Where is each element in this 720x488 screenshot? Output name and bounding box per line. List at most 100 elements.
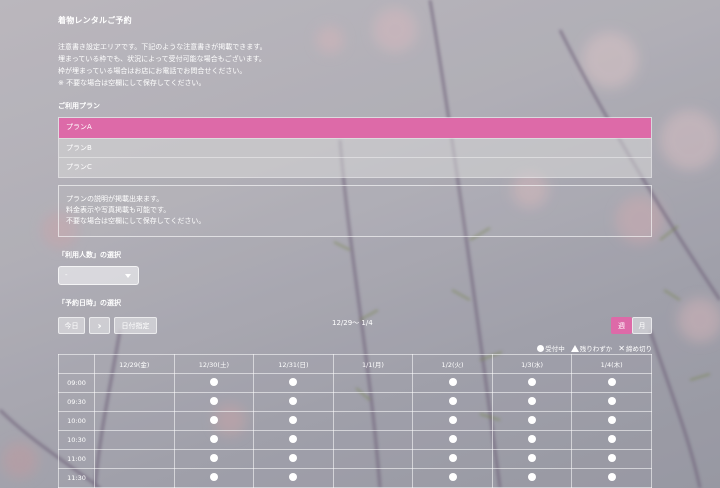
calendar-slot[interactable] [412, 449, 493, 469]
calendar-row: 11:30 [58, 468, 652, 488]
time-slot-label: 09:00 [58, 373, 95, 393]
triangle-icon [570, 345, 579, 352]
plan-list: プランA プランB プランC [58, 117, 652, 178]
calendar-slot[interactable] [412, 373, 493, 393]
available-circle-icon[interactable] [528, 378, 537, 386]
calendar-row: 10:30 [58, 430, 652, 450]
people-section-label: 「利用人数」の選択 [58, 251, 121, 259]
calendar-slot [94, 392, 175, 412]
calendar-slot [94, 468, 175, 488]
month-view-button[interactable]: 月 [632, 317, 652, 334]
available-circle-icon[interactable] [607, 473, 616, 481]
available-circle-icon[interactable] [209, 473, 218, 481]
available-circle-icon[interactable] [528, 435, 537, 443]
calendar-slot[interactable] [491, 373, 573, 393]
available-circle-icon[interactable] [607, 416, 616, 424]
available-circle-icon[interactable] [209, 378, 218, 386]
chevron-down-icon [125, 274, 131, 278]
available-circle-icon[interactable] [209, 416, 218, 424]
available-circle-icon[interactable] [209, 435, 218, 443]
plan-section-label: ご利用プラン [58, 102, 100, 110]
available-circle-icon[interactable] [289, 378, 298, 386]
calendar-day-header: 1/1(月) [332, 354, 414, 374]
calendar-slot[interactable] [173, 449, 255, 469]
today-button[interactable]: 今日 [58, 317, 85, 334]
time-slot-label: 10:00 [58, 411, 95, 431]
calendar-slot[interactable] [412, 430, 493, 450]
available-circle-icon[interactable] [607, 435, 616, 443]
calendar-slot[interactable] [571, 411, 652, 431]
plan-option-c[interactable]: プランC [59, 157, 651, 177]
available-circle-icon[interactable] [607, 397, 616, 405]
available-circle-icon[interactable] [528, 454, 537, 462]
available-circle-icon[interactable] [448, 416, 457, 424]
calendar-slot [332, 392, 414, 412]
calendar-slot [94, 449, 175, 469]
calendar-slot[interactable] [571, 468, 652, 488]
calendar-slot[interactable] [173, 392, 255, 412]
calendar-slot[interactable] [173, 411, 255, 431]
date-range-label: 12/29〜 1/4 [332, 319, 373, 327]
time-slot-label: 11:00 [58, 449, 95, 469]
available-circle-icon[interactable] [289, 435, 298, 443]
page-title: 着物レンタルご予約 [58, 16, 132, 25]
availability-calendar: 12/29(金) 12/30(土) 12/31(日) 1/1(月) 1/2(火)… [58, 354, 652, 488]
calendar-slot [332, 373, 414, 393]
calendar-slot[interactable] [173, 430, 255, 450]
calendar-slot[interactable] [491, 449, 573, 469]
people-select[interactable]: - [58, 266, 139, 285]
calendar-slot [332, 430, 414, 450]
description-line: 料金表示や写真掲載も可能です。 [66, 206, 171, 214]
plan-option-b[interactable]: プランB [59, 137, 651, 158]
available-circle-icon[interactable] [528, 397, 537, 405]
calendar-slot[interactable] [491, 468, 573, 488]
calendar-slot[interactable] [412, 392, 493, 412]
available-circle-icon[interactable] [448, 473, 457, 481]
week-view-button[interactable]: 週 [611, 317, 632, 334]
calendar-body: 09:00 09:30 10:00 10:30 11:00 11:30 [58, 373, 652, 488]
calendar-row: 10:00 [58, 411, 652, 431]
available-circle-icon[interactable] [528, 473, 537, 481]
calendar-slot[interactable] [253, 392, 334, 412]
available-circle-icon[interactable] [607, 454, 616, 462]
available-circle-icon[interactable] [289, 454, 298, 462]
calendar-slot[interactable] [571, 373, 652, 393]
calendar-header-row: 12/29(金) 12/30(土) 12/31(日) 1/1(月) 1/2(火)… [58, 354, 652, 374]
calendar-slot[interactable] [173, 373, 255, 393]
calendar-slot[interactable] [491, 411, 573, 431]
available-circle-icon[interactable] [209, 397, 218, 405]
calendar-slot[interactable] [253, 468, 334, 488]
calendar-slot[interactable] [571, 449, 652, 469]
calendar-day-header: 1/2(火) [412, 354, 493, 374]
next-week-button[interactable]: › [89, 317, 110, 334]
plan-option-a[interactable]: プランA [59, 118, 651, 138]
available-circle-icon[interactable] [448, 454, 457, 462]
available-circle-icon[interactable] [448, 397, 457, 405]
calendar-slot[interactable] [491, 430, 573, 450]
calendar-slot[interactable] [571, 430, 652, 450]
calendar-slot [94, 373, 175, 393]
available-circle-icon[interactable] [448, 378, 457, 386]
available-circle-icon[interactable] [528, 416, 537, 424]
calendar-slot[interactable] [173, 468, 255, 488]
calendar-slot[interactable] [412, 411, 493, 431]
calendar-slot[interactable] [253, 430, 334, 450]
cross-icon: ✕ [618, 344, 625, 353]
available-circle-icon[interactable] [289, 416, 298, 424]
calendar-slot[interactable] [412, 468, 493, 488]
available-circle-icon[interactable] [607, 378, 616, 386]
calendar-slot[interactable] [571, 392, 652, 412]
calendar-slot[interactable] [253, 373, 334, 393]
notice-line: 埋まっている枠でも、状況によって受付可能な場合もございます。 [58, 55, 266, 63]
available-circle-icon[interactable] [289, 473, 298, 481]
available-circle-icon[interactable] [289, 397, 298, 405]
date-picker-button[interactable]: 日付指定 [114, 317, 157, 334]
available-circle-icon[interactable] [448, 435, 457, 443]
notice-line: 注意書き設定エリアです。下記のような注意書きが掲載できます。 [58, 43, 267, 51]
available-circle-icon[interactable] [209, 454, 218, 462]
calendar-slot[interactable] [253, 449, 334, 469]
legend-closed: ✕締め切り [618, 344, 652, 353]
calendar-slot[interactable] [253, 411, 334, 431]
calendar-slot[interactable] [491, 392, 573, 412]
calendar-corner [58, 354, 95, 374]
